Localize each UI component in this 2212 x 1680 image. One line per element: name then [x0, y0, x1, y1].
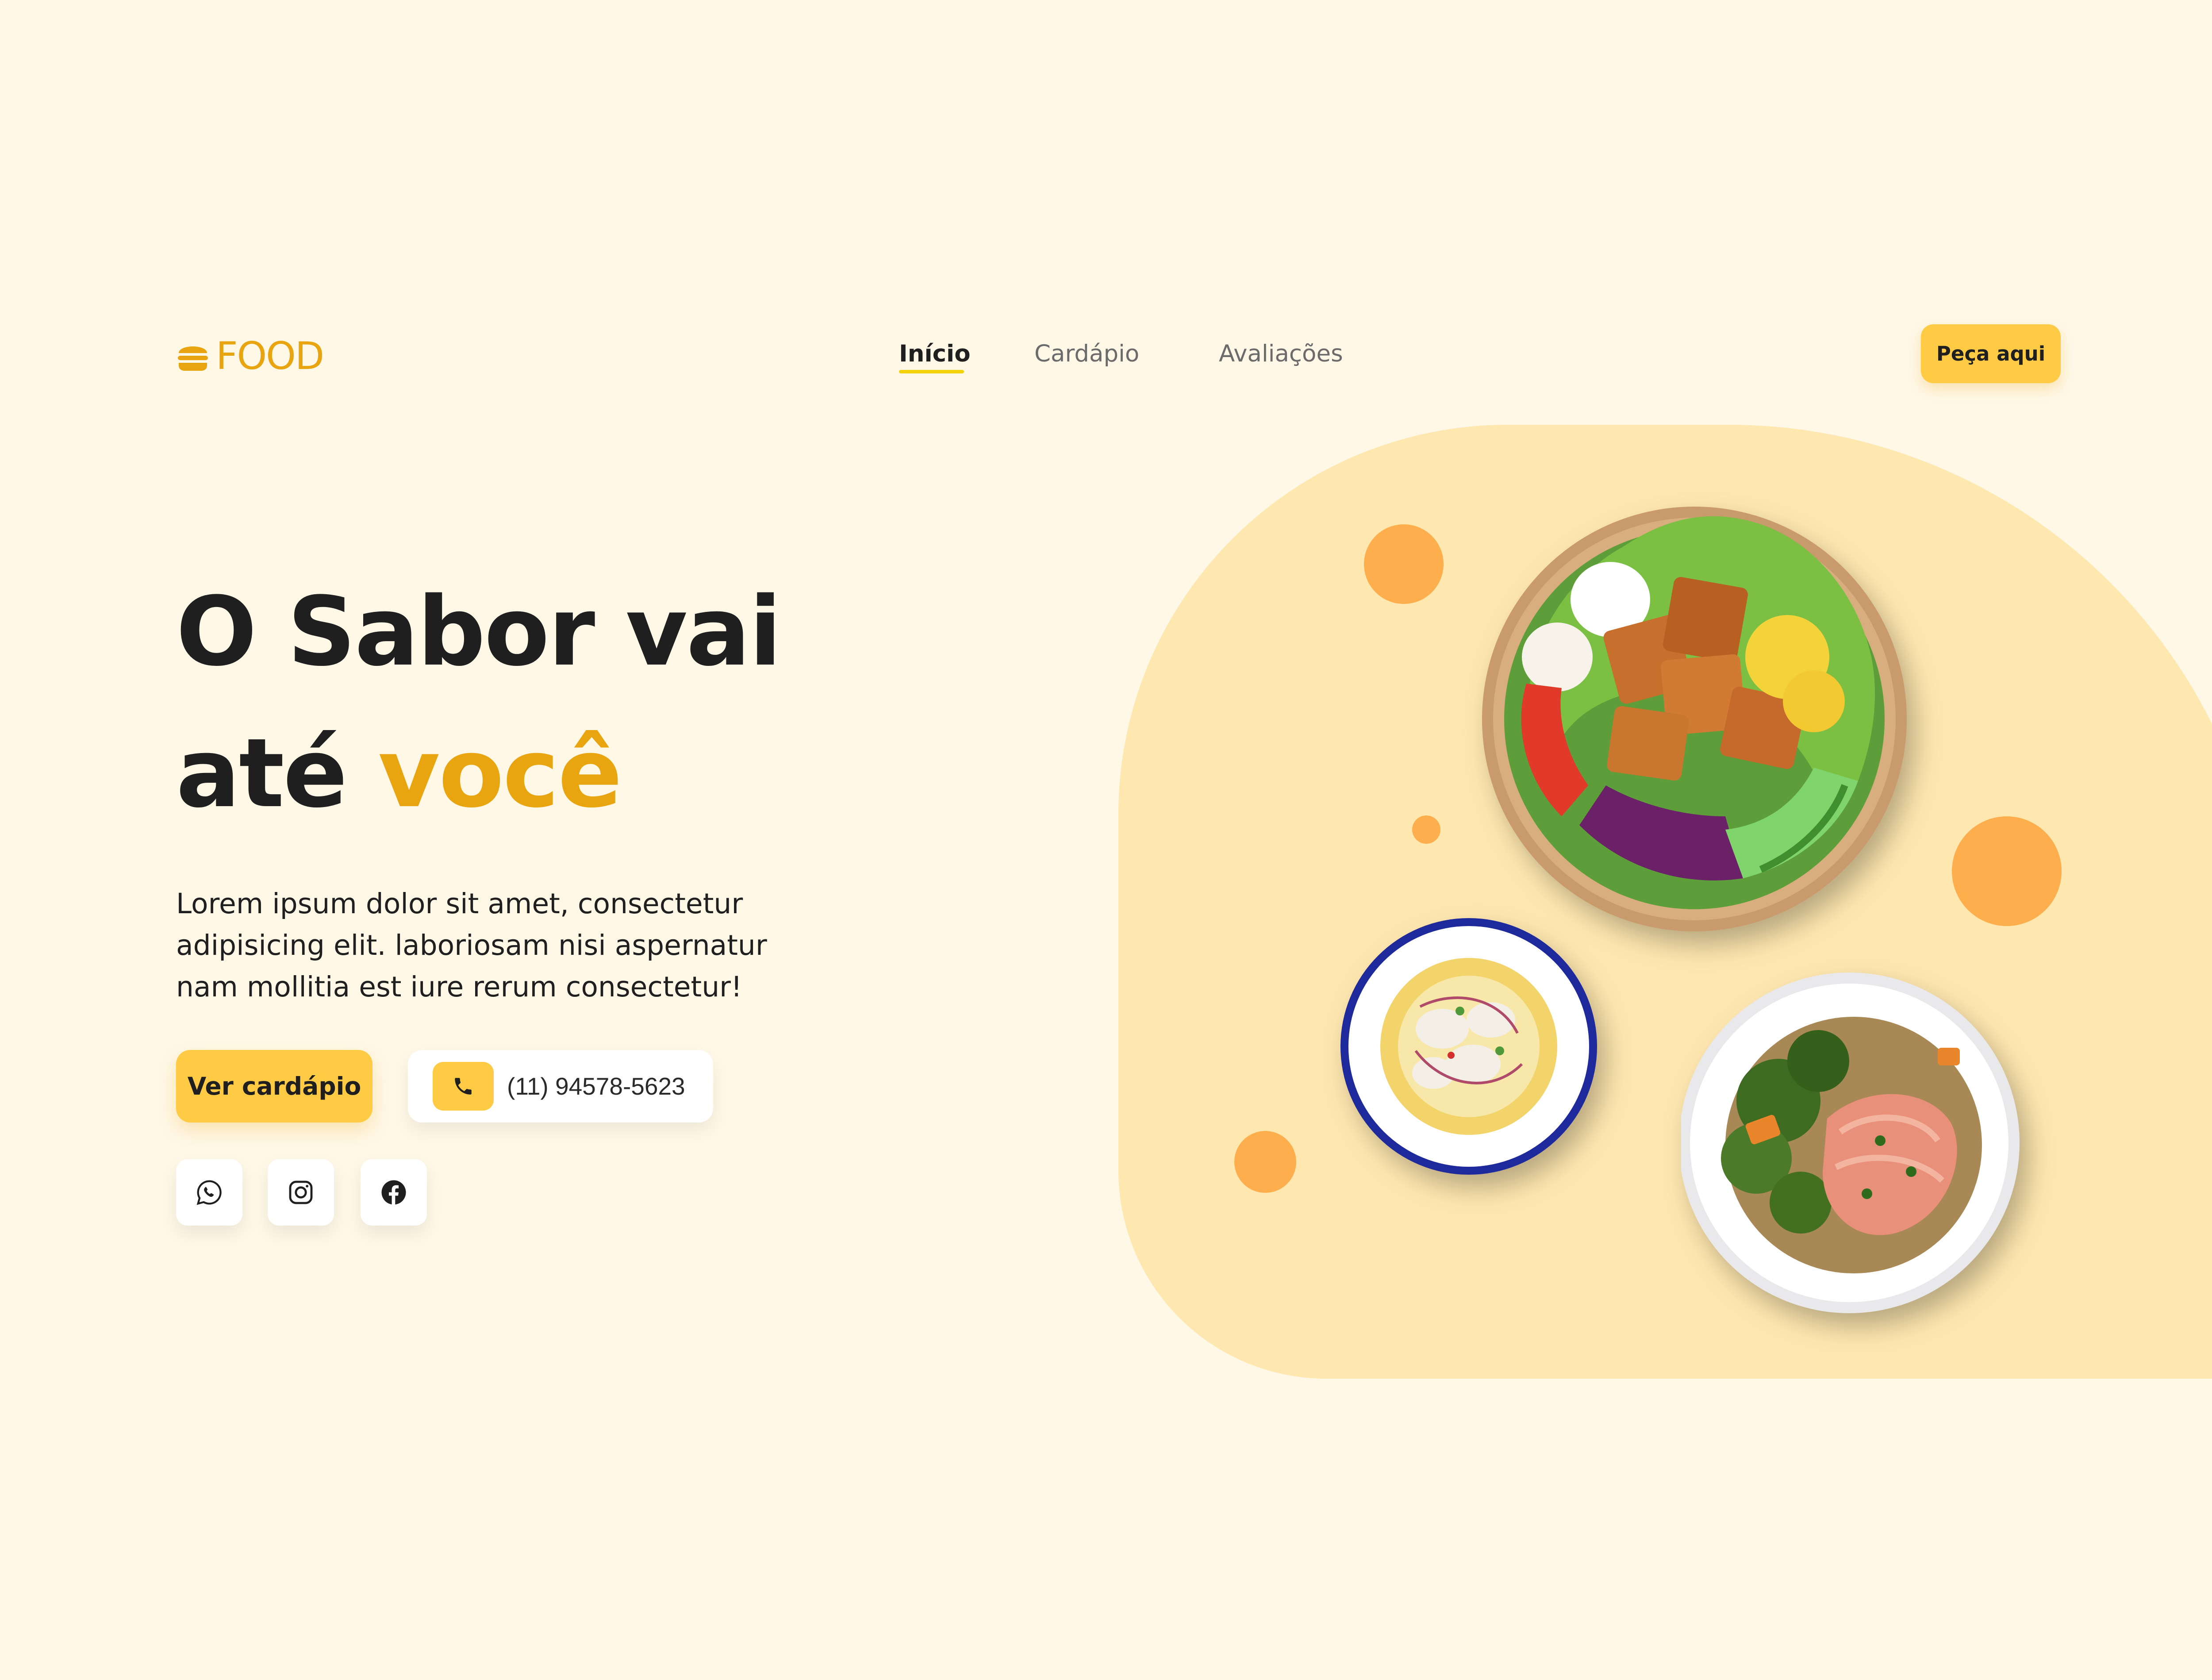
salmon-plate-image: [1681, 973, 2020, 1313]
whatsapp-button[interactable]: [176, 1159, 242, 1226]
nav-item-cardapio[interactable]: Cardápio: [1034, 338, 1139, 369]
phone-button[interactable]: (11) 94578-5623: [408, 1050, 713, 1123]
hero-title-line2: até você: [176, 718, 622, 829]
hero-title-line1: O Sabor vai: [176, 576, 782, 687]
instagram-icon: [289, 1180, 313, 1204]
logo-text: FOOD: [216, 334, 324, 378]
hero-title-accent: você: [378, 718, 622, 829]
decor-dot: [1234, 1131, 1296, 1193]
hero-description: Lorem ipsum dolor sit amet, consectetur …: [176, 888, 767, 1003]
facebook-button[interactable]: [361, 1159, 427, 1226]
phone-icon: [433, 1062, 494, 1111]
whatsapp-icon: [196, 1180, 222, 1205]
facebook-icon: [381, 1180, 406, 1205]
salad-bowl-image: [1482, 507, 1907, 931]
decor-dot: [1952, 816, 2062, 926]
order-button[interactable]: Peça aqui: [1921, 324, 2061, 383]
nav-item-avaliacoes[interactable]: Avaliações: [1219, 338, 1343, 369]
view-menu-button[interactable]: Ver cardápio: [176, 1050, 373, 1123]
decor-dot: [1364, 524, 1444, 604]
instagram-button[interactable]: [268, 1159, 334, 1226]
ceviche-bowl-image: [1340, 918, 1597, 1175]
nav-active-underline: [899, 370, 964, 373]
nav-item-inicio[interactable]: Início: [899, 338, 971, 369]
decor-dot: [1412, 815, 1440, 844]
hero-title-plain: até: [176, 718, 378, 829]
burger-icon: [178, 346, 208, 371]
phone-number: (11) 94578-5623: [507, 1073, 685, 1100]
logo[interactable]: FOOD: [176, 334, 324, 378]
